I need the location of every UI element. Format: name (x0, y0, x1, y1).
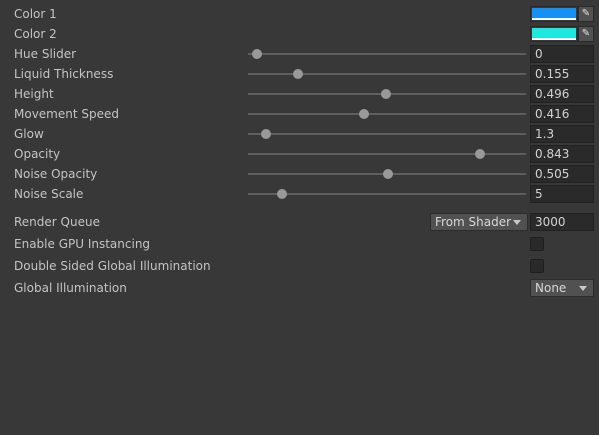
slider-thumb[interactable] (380, 89, 391, 99)
double-sided-gi-label: Double Sided Global Illumination (14, 259, 211, 273)
eyedropper-icon[interactable]: ✎ (578, 26, 594, 42)
eyedropper-icon[interactable]: ✎ (578, 6, 594, 22)
gpu-instancing-row: Enable GPU Instancing (0, 234, 599, 254)
slider-track[interactable] (248, 113, 526, 115)
chevron-down-icon (513, 220, 521, 225)
slider-row-noise-scale: Noise Scale 5 (0, 184, 599, 204)
slider-label: Height (14, 87, 54, 101)
slider-value-field[interactable]: 0.496 (530, 85, 594, 103)
global-illumination-dropdown[interactable]: None (530, 279, 594, 297)
slider-label: Noise Scale (14, 187, 84, 201)
gpu-instancing-checkbox[interactable] (530, 237, 544, 251)
slider-row-noise-opacity: Noise Opacity 0.505 (0, 164, 599, 184)
color-1-alpha-bar (532, 18, 576, 20)
global-illumination-label: Global Illumination (14, 281, 127, 295)
slider-value-field[interactable]: 0.505 (530, 165, 594, 183)
color-1-field[interactable] (530, 6, 578, 22)
color-1-swatch (532, 8, 576, 18)
double-sided-gi-row: Double Sided Global Illumination (0, 256, 599, 276)
color-1-label: Color 1 (14, 7, 57, 21)
render-queue-dropdown-value: From Shader (435, 215, 512, 229)
gpu-instancing-label: Enable GPU Instancing (14, 237, 151, 251)
slider-row-glow: Glow 1.3 (0, 124, 599, 144)
slider-thumb[interactable] (276, 189, 287, 199)
slider-label: Liquid Thickness (14, 67, 114, 81)
slider-track[interactable] (248, 133, 526, 135)
color-2-label: Color 2 (14, 27, 57, 41)
slider-row-opacity: Opacity 0.843 (0, 144, 599, 164)
slider-track[interactable] (248, 53, 526, 55)
slider-row-hue: Hue Slider 0 (0, 44, 599, 64)
slider-value-field[interactable]: 0.155 (530, 65, 594, 83)
slider-thumb[interactable] (474, 149, 485, 159)
slider-thumb[interactable] (359, 109, 370, 119)
color-1-row: Color 1 ✎ (0, 4, 599, 24)
slider-track[interactable] (248, 73, 526, 75)
color-2-field[interactable] (530, 26, 578, 42)
render-queue-label: Render Queue (14, 215, 100, 229)
slider-value-field[interactable]: 0.843 (530, 145, 594, 163)
render-queue-dropdown[interactable]: From Shader (430, 213, 528, 231)
slider-row-movement-speed: Movement Speed 0.416 (0, 104, 599, 124)
slider-thumb[interactable] (260, 129, 271, 139)
slider-value-field[interactable]: 5 (530, 185, 594, 203)
slider-label: Movement Speed (14, 107, 119, 121)
global-illumination-dropdown-value: None (535, 281, 567, 295)
slider-thumb[interactable] (252, 49, 263, 59)
color-2-swatch (532, 28, 576, 38)
slider-value-field[interactable]: 0 (530, 45, 594, 63)
slider-thumb[interactable] (383, 169, 394, 179)
slider-thumb[interactable] (292, 69, 303, 79)
double-sided-gi-checkbox[interactable] (530, 259, 544, 273)
slider-value-field[interactable]: 0.416 (530, 105, 594, 123)
color-2-alpha-bar (532, 38, 576, 40)
slider-row-height: Height 0.496 (0, 84, 599, 104)
slider-label: Opacity (14, 147, 61, 161)
render-queue-value-field[interactable]: 3000 (530, 213, 594, 231)
chevron-down-icon (579, 286, 587, 291)
slider-track[interactable] (248, 193, 526, 195)
slider-label: Hue Slider (14, 47, 77, 61)
slider-value-field[interactable]: 1.3 (530, 125, 594, 143)
slider-label: Noise Opacity (14, 167, 98, 181)
render-queue-row: Render Queue From Shader 3000 (0, 212, 599, 232)
global-illumination-row: Global Illumination None (0, 278, 599, 298)
color-2-row: Color 2 ✎ (0, 24, 599, 44)
slider-label: Glow (14, 127, 44, 141)
slider-row-liquid-thickness: Liquid Thickness 0.155 (0, 64, 599, 84)
